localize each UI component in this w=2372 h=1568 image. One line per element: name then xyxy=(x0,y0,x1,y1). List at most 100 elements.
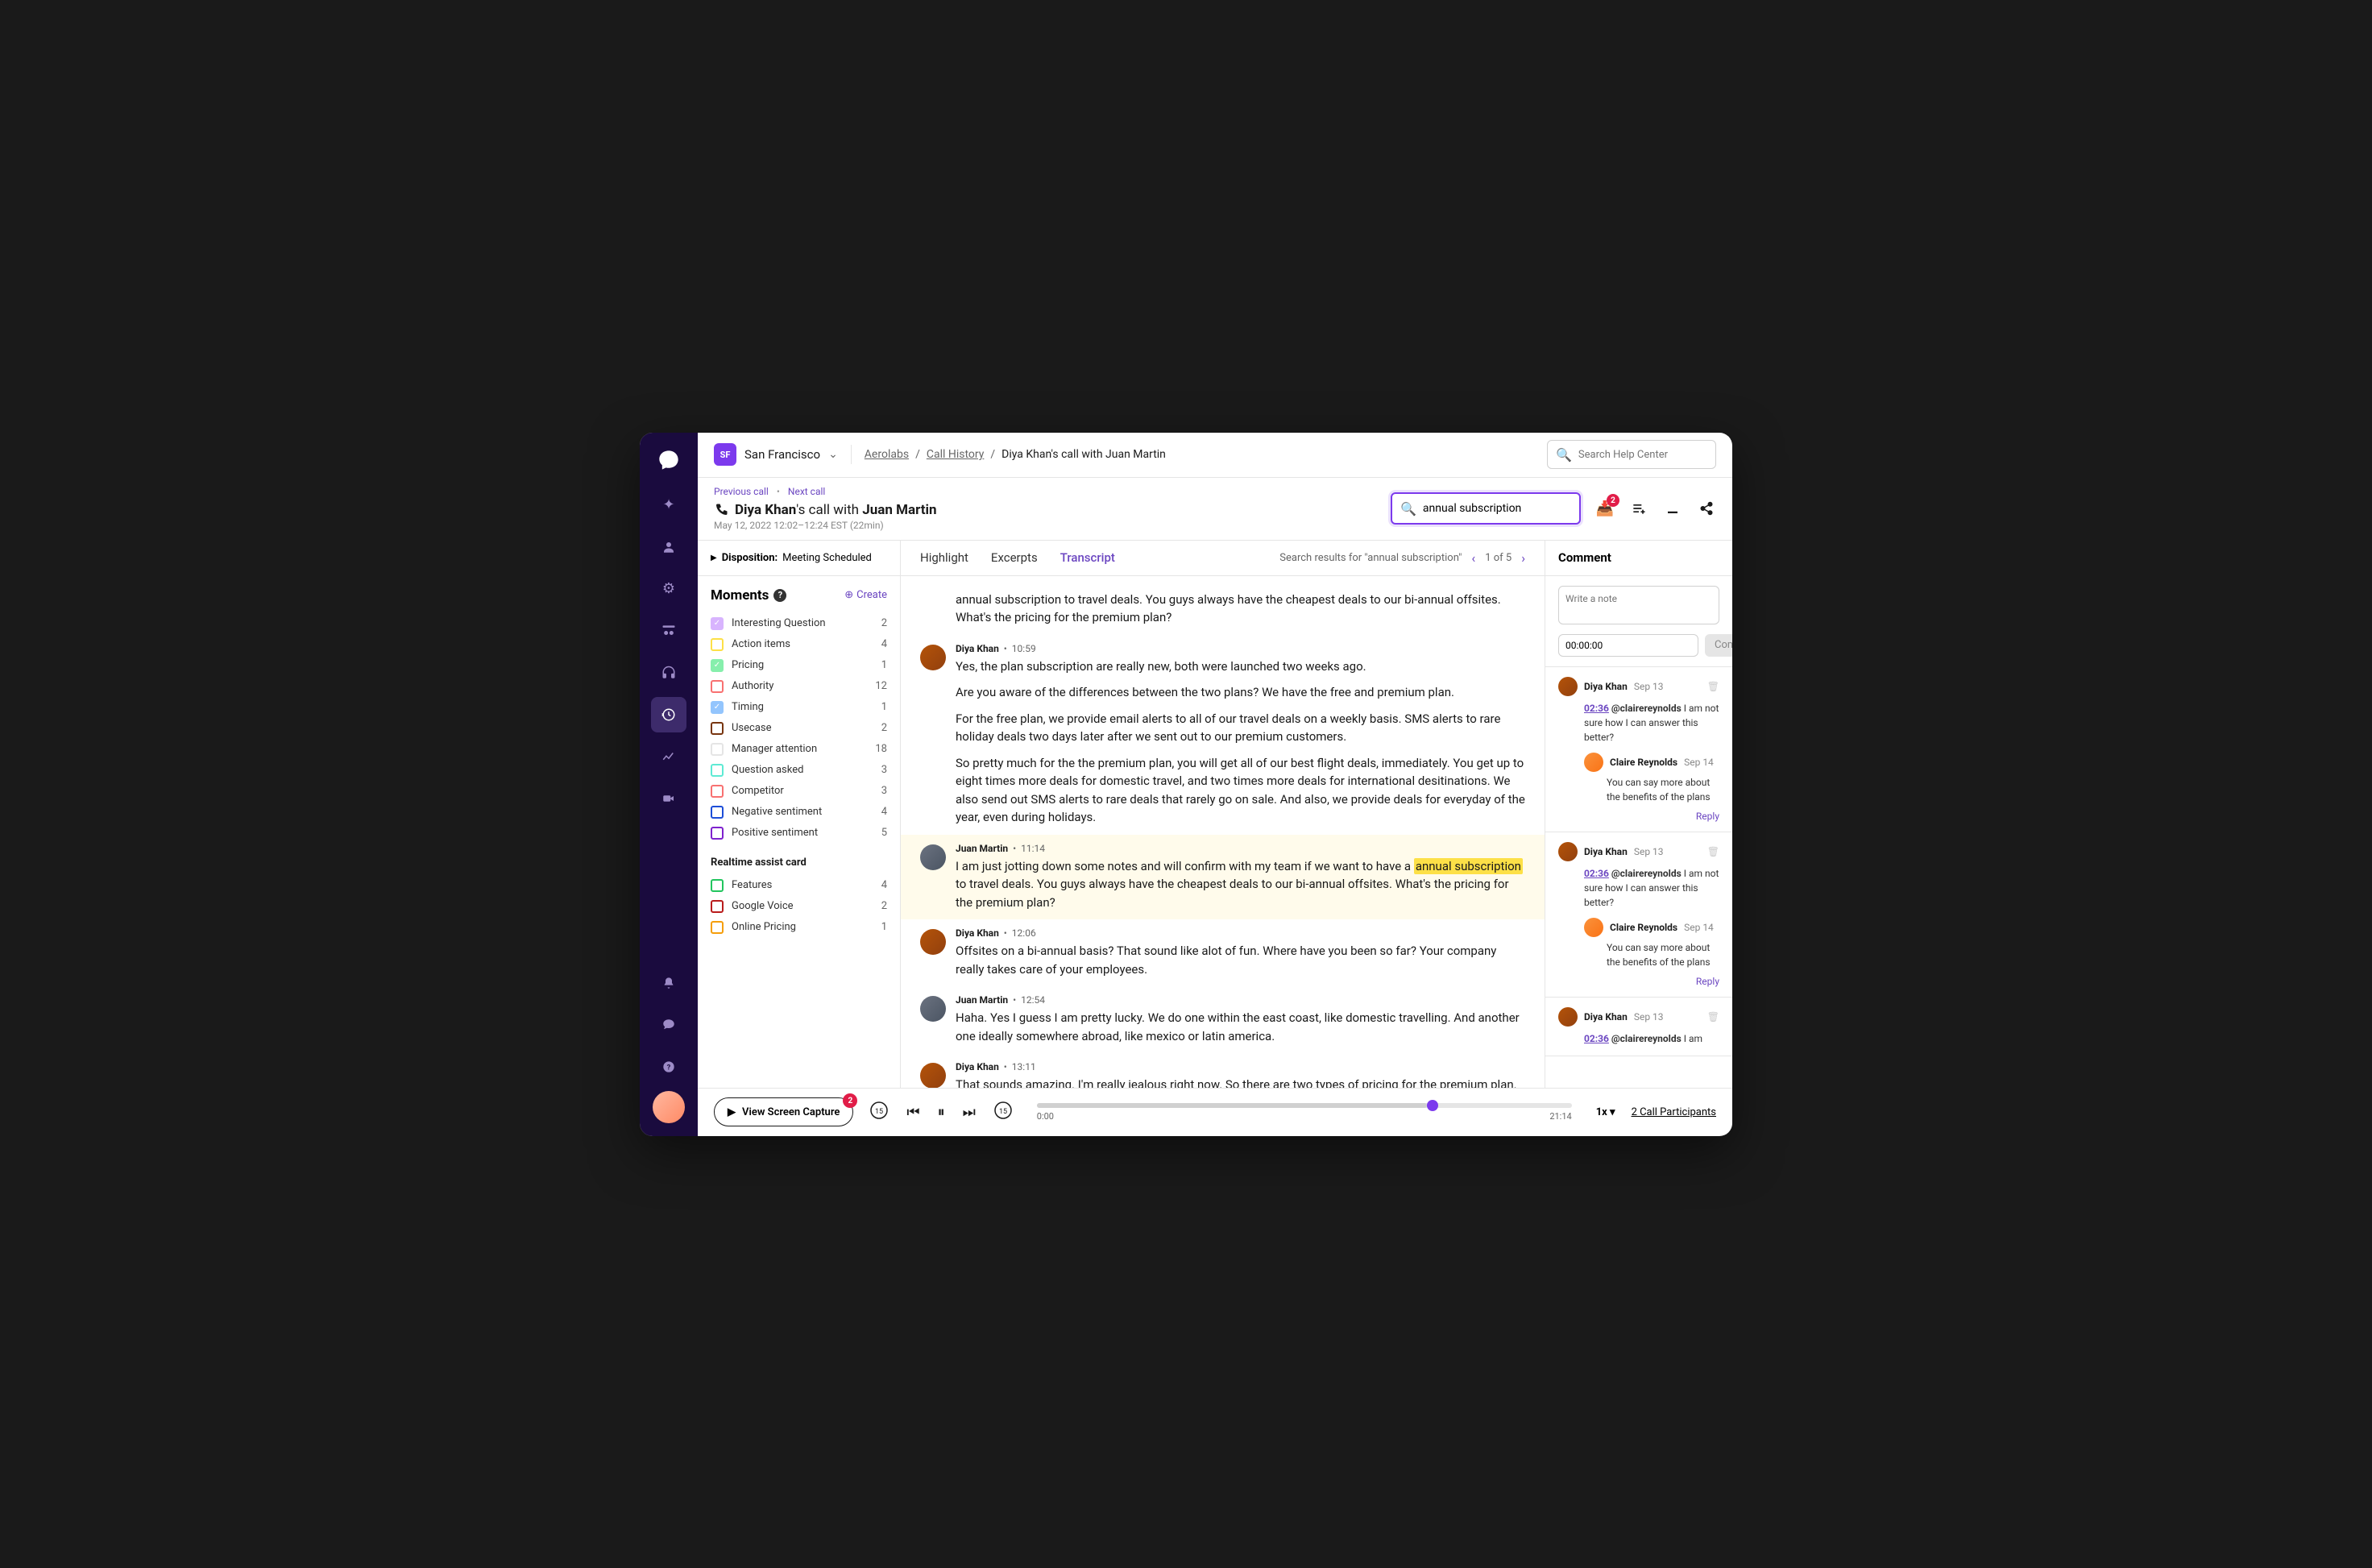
checkbox-icon[interactable] xyxy=(711,879,724,892)
search-icon: 🔍 xyxy=(1400,501,1416,516)
inbox-icon[interactable]: 📥2 xyxy=(1595,499,1615,518)
moment-item[interactable]: Authority12 xyxy=(711,676,887,697)
search-results-position: 1 of 5 xyxy=(1485,552,1512,564)
checkbox-icon[interactable]: ✓ xyxy=(711,701,724,714)
tab-transcript[interactable]: Transcript xyxy=(1060,542,1115,573)
checkbox-icon[interactable] xyxy=(711,743,724,756)
comment-note-input[interactable] xyxy=(1558,586,1719,624)
realtime-item[interactable]: Google Voice2 xyxy=(711,896,887,917)
tab-excerpts[interactable]: Excerpts xyxy=(991,542,1038,573)
checkbox-icon[interactable] xyxy=(711,722,724,735)
moment-count: 4 xyxy=(881,806,887,818)
moment-item[interactable]: ✓Timing1 xyxy=(711,697,887,718)
tab-highlight[interactable]: Highlight xyxy=(920,542,968,573)
pause-icon[interactable]: ⏸ xyxy=(938,1104,945,1121)
seek-thumb[interactable] xyxy=(1427,1100,1438,1111)
comment-timestamp[interactable]: 02:36 xyxy=(1584,868,1609,879)
rewind-15-icon[interactable]: 15 xyxy=(869,1101,889,1124)
call-title: Diya Khan's call with Juan Martin xyxy=(714,502,937,518)
speaker-avatar xyxy=(920,844,946,870)
turn-text: That sounds amazing. I'm really jealous … xyxy=(956,1076,1525,1088)
seek-bar[interactable]: 0:00 21:14 xyxy=(1029,1103,1580,1122)
help-search-input[interactable] xyxy=(1578,449,1712,461)
turn-meta: Juan Martin • 12:54 xyxy=(956,994,1525,1006)
user-avatar[interactable] xyxy=(653,1091,685,1123)
reply-link[interactable]: Reply xyxy=(1558,811,1719,822)
rail-chat-icon[interactable] xyxy=(651,1007,686,1043)
moment-item[interactable]: ✓Interesting Question2 xyxy=(711,613,887,634)
trash-icon[interactable]: 🗑 xyxy=(1707,681,1719,692)
prev-call-link[interactable]: Previous call xyxy=(714,486,769,497)
transcript-turn: Diya Khan • 12:06Offsites on a bi-annual… xyxy=(920,919,1525,986)
create-moment-button[interactable]: ⊕Create xyxy=(844,589,887,601)
comment-timestamp[interactable]: 02:36 xyxy=(1584,1033,1609,1044)
moment-item[interactable]: Usecase2 xyxy=(711,718,887,739)
realtime-item[interactable]: Online Pricing1 xyxy=(711,917,887,938)
screen-capture-button[interactable]: ▶ View Screen Capture 2 xyxy=(714,1097,853,1126)
app-logo[interactable] xyxy=(654,446,683,475)
workspace-selector[interactable]: SF San Francisco ⌄ xyxy=(714,443,838,466)
checkbox-icon[interactable] xyxy=(711,827,724,840)
checkbox-icon[interactable] xyxy=(711,638,724,651)
next-call-link[interactable]: Next call xyxy=(788,486,825,497)
checkbox-icon[interactable] xyxy=(711,764,724,777)
trash-icon[interactable]: 🗑 xyxy=(1707,846,1719,857)
comment-avatar xyxy=(1558,842,1578,861)
rail-history-icon[interactable] xyxy=(651,697,686,732)
time-start: 0:00 xyxy=(1037,1111,1054,1122)
breadcrumb-org[interactable]: Aerolabs xyxy=(865,448,909,461)
rail-video-icon[interactable] xyxy=(651,781,686,816)
prev-result-icon[interactable]: ‹ xyxy=(1471,550,1475,566)
moment-item[interactable]: Competitor3 xyxy=(711,781,887,802)
checkbox-icon[interactable] xyxy=(711,680,724,693)
help-icon[interactable]: ? xyxy=(773,589,786,602)
prev-track-icon[interactable]: ⏮ xyxy=(906,1104,919,1121)
moment-item[interactable]: Action items4 xyxy=(711,634,887,655)
next-track-icon[interactable]: ⏭ xyxy=(963,1104,976,1121)
participants-link[interactable]: 2 Call Participants xyxy=(1632,1106,1716,1118)
next-result-icon[interactable]: › xyxy=(1521,550,1525,566)
turn-text: I am just jotting down some notes and wi… xyxy=(956,857,1525,912)
rail-contacts-icon[interactable] xyxy=(651,529,686,565)
share-icon[interactable] xyxy=(1697,499,1716,518)
moment-count: 3 xyxy=(881,764,887,776)
rail-headset-icon[interactable] xyxy=(651,655,686,691)
rail-notifications-icon[interactable] xyxy=(651,965,686,1001)
rail-settings-icon[interactable]: ⚙ xyxy=(651,571,686,607)
checkbox-icon[interactable] xyxy=(711,921,724,934)
playback-speed[interactable]: 1x ▾ xyxy=(1596,1106,1615,1118)
moment-item[interactable]: Manager attention18 xyxy=(711,739,887,760)
comment-time-input[interactable] xyxy=(1558,634,1698,657)
checkbox-icon[interactable]: ✓ xyxy=(711,659,724,672)
comment-timestamp[interactable]: 02:36 xyxy=(1584,703,1609,714)
moment-count: 2 xyxy=(881,722,887,734)
transcript-search[interactable]: 🔍 xyxy=(1391,492,1581,525)
comments-title: Comment xyxy=(1545,541,1732,576)
checkbox-icon[interactable]: ✓ xyxy=(711,617,724,630)
forward-15-icon[interactable]: 15 xyxy=(993,1101,1013,1124)
download-icon[interactable] xyxy=(1663,499,1682,518)
comment-date: Sep 13 xyxy=(1634,846,1664,857)
reply-link[interactable]: Reply xyxy=(1558,976,1719,987)
moment-item[interactable]: Positive sentiment5 xyxy=(711,823,887,844)
rail-analytics-icon[interactable] xyxy=(651,739,686,774)
moment-item[interactable]: Question asked3 xyxy=(711,760,887,781)
checkbox-icon[interactable] xyxy=(711,785,724,798)
moment-item[interactable]: ✓Pricing1 xyxy=(711,655,887,676)
rail-ai-icon[interactable]: ✦ xyxy=(651,487,686,523)
help-search[interactable]: 🔍 xyxy=(1547,440,1716,469)
comment-submit-button[interactable]: Comment xyxy=(1705,634,1732,657)
moment-count: 3 xyxy=(881,785,887,797)
playlist-add-icon[interactable] xyxy=(1629,499,1648,518)
breadcrumb-section[interactable]: Call History xyxy=(927,448,985,461)
realtime-label: Online Pricing xyxy=(732,921,873,933)
rail-help-icon[interactable]: ? xyxy=(651,1049,686,1085)
disposition-row[interactable]: ▶ Disposition: Meeting Scheduled xyxy=(698,541,900,576)
moment-item[interactable]: Negative sentiment4 xyxy=(711,802,887,823)
rail-team-icon[interactable] xyxy=(651,613,686,649)
trash-icon[interactable]: 🗑 xyxy=(1707,1011,1719,1023)
checkbox-icon[interactable] xyxy=(711,900,724,913)
transcript-search-input[interactable] xyxy=(1423,502,1571,515)
checkbox-icon[interactable] xyxy=(711,806,724,819)
realtime-item[interactable]: Features4 xyxy=(711,875,887,896)
